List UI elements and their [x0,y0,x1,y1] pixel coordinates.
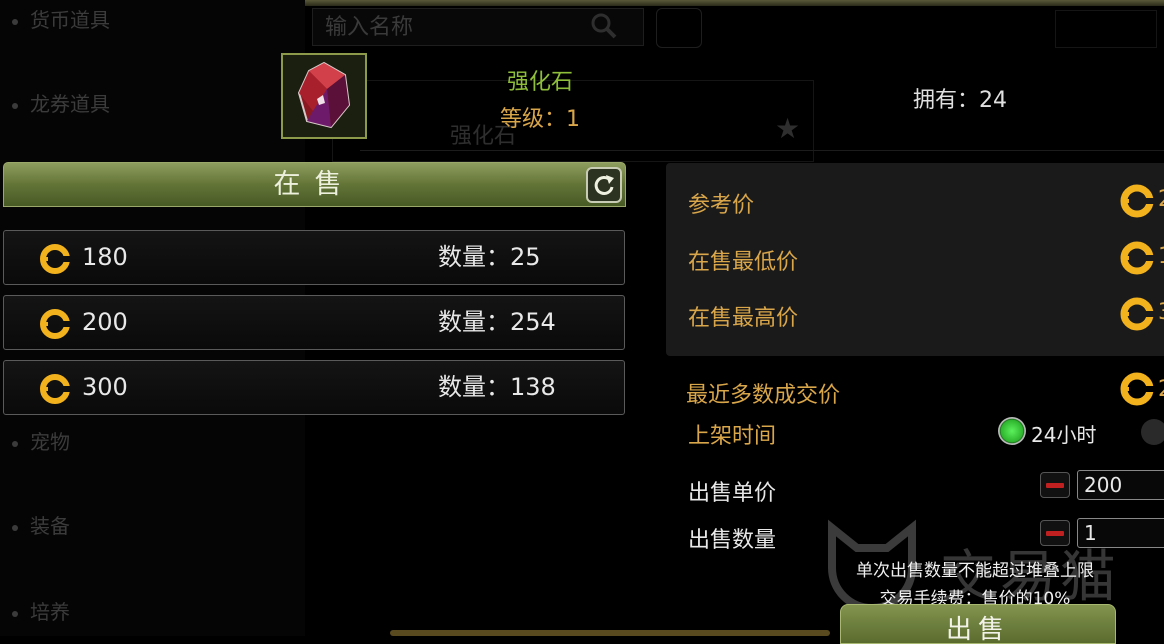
stack-limit-note: 单次出售数量不能超过堆叠上限 [856,561,1094,581]
listing-price: 180 [82,243,128,271]
bottom-decoration [390,630,830,636]
coin-icon [1120,184,1154,218]
listing-row[interactable]: 300 数量：138 [3,360,625,415]
refresh-icon [594,175,614,195]
unit-price-label: 出售单价 [688,481,777,506]
listing-duration-label: 上架时间 [688,424,777,449]
star-icon: ★ [775,112,801,145]
listing-row[interactable]: 180 数量：25 [3,230,625,285]
recent-price-label: 最近多数成交价 [686,383,841,408]
duration-24h-label: 24小时 [1031,423,1097,447]
duration-other-radio[interactable] [1141,419,1164,445]
on-sale-title: 在售 [273,169,356,200]
coin-icon [1120,297,1154,331]
bg-sidebar-item: 培养 [12,596,70,625]
listing-price: 200 [82,308,128,336]
item-level: 等级：1 [500,107,580,132]
item-name: 强化石 [506,70,573,95]
owned-count: 拥有：24 [913,88,1007,113]
listing-row[interactable]: 200 数量：254 [3,295,625,350]
coin-icon [1120,241,1154,275]
bg-sidebar-item: 装备 [12,510,70,539]
coin-icon [40,374,70,404]
reference-price-value: 2 [1158,187,1164,212]
quantity-label: 出售数量 [688,528,777,553]
bg-sidebar-item: 货币道具 [12,4,110,33]
lowest-price-value: 1 [1158,244,1164,269]
unit-price-minus-button[interactable] [1040,472,1070,498]
listing-quantity: 数量：25 [438,243,541,271]
recent-price-value: 2 [1158,377,1164,402]
sell-button[interactable]: 出售 [840,604,1116,644]
lowest-price-label: 在售最低价 [688,250,799,275]
highest-price-value: 3 [1158,300,1164,325]
red-gem-icon [281,53,367,139]
search-icon [591,13,617,39]
bg-sidebar-item: 龙券道具 [12,88,110,117]
coin-icon [40,309,70,339]
bg-tab [1055,10,1157,48]
coin-icon [1120,372,1154,406]
coin-icon [40,244,70,274]
reference-price-label: 参考价 [688,193,755,218]
highest-price-label: 在售最高价 [688,306,799,331]
listing-price: 300 [82,373,128,401]
divider [360,150,1164,151]
bg-refresh-button [656,8,702,48]
unit-price-input[interactable]: 200 [1077,470,1164,500]
listing-quantity: 数量：138 [438,373,556,401]
listing-quantity: 数量：254 [438,308,556,336]
duration-24h-radio[interactable] [998,417,1026,445]
bg-sidebar-item: 宠物 [12,426,70,455]
refresh-button[interactable] [586,167,622,203]
